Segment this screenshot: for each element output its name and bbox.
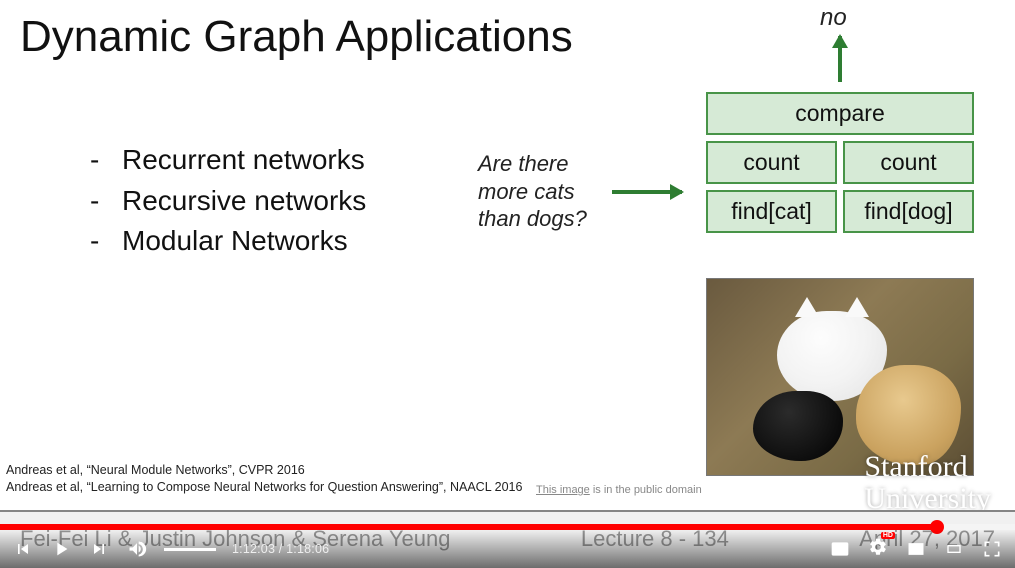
player-controls: 1:12:03 / 1:18:06 HD (0, 530, 1015, 568)
previous-button[interactable] (12, 538, 34, 560)
arrow-right-icon (612, 190, 682, 194)
list-item: -Modular Networks (90, 221, 366, 262)
module-box-find-dog: find[dog] (843, 190, 974, 233)
module-box-count-right: count (843, 141, 974, 184)
hd-badge: HD (881, 532, 895, 539)
fullscreen-button[interactable] (981, 538, 1003, 560)
skip-previous-icon (13, 539, 33, 559)
citation-line: Andreas et al, “Learning to Compose Neur… (6, 479, 522, 496)
theater-icon (943, 541, 965, 557)
list-item: -Recursive networks (90, 181, 366, 222)
watermark-university: Stanford University (864, 451, 991, 514)
play-button[interactable] (50, 538, 72, 560)
volume-icon (127, 539, 147, 559)
settings-button[interactable]: HD (867, 536, 889, 562)
slide: Dynamic Graph Applications -Recurrent ne… (0, 0, 1015, 568)
arrow-up-icon (838, 36, 842, 82)
next-button[interactable] (88, 538, 110, 560)
play-icon (50, 538, 72, 560)
gear-icon (868, 537, 888, 557)
time-current: 1:12:03 (232, 542, 275, 556)
module-box-count-left: count (706, 141, 837, 184)
citation-line: Andreas et al, “Neural Module Networks”,… (6, 462, 522, 479)
list-item: -Recurrent networks (90, 140, 366, 181)
fullscreen-icon (982, 539, 1002, 559)
image-attribution-link[interactable]: This image (536, 484, 590, 496)
subtitles-button[interactable] (829, 538, 851, 560)
dog-shape-black (753, 391, 843, 461)
image-attribution: This image is in the public domain (536, 484, 702, 496)
volume-slider[interactable] (164, 548, 216, 551)
subtitles-icon (830, 539, 850, 559)
miniplayer-icon (906, 539, 926, 559)
bullet-text: Recurrent networks (122, 140, 365, 181)
module-box-find-cat: find[cat] (706, 190, 837, 233)
question-text: Are there more cats than dogs? (478, 150, 587, 233)
citations: Andreas et al, “Neural Module Networks”,… (6, 462, 522, 496)
bullet-text: Recursive networks (122, 181, 366, 222)
module-diagram: compare count count find[cat] find[dog] (706, 92, 974, 233)
answer-text: no (820, 4, 847, 32)
mute-button[interactable] (126, 538, 148, 560)
module-box-compare: compare (706, 92, 974, 135)
bullet-text: Modular Networks (122, 221, 348, 262)
theater-button[interactable] (943, 538, 965, 560)
slide-title: Dynamic Graph Applications (20, 12, 573, 62)
miniplayer-button[interactable] (905, 538, 927, 560)
time-display: 1:12:03 / 1:18:06 (232, 542, 329, 556)
example-image (706, 278, 974, 476)
bullet-list: -Recurrent networks -Recursive networks … (90, 140, 366, 262)
time-total: 1:18:06 (286, 542, 329, 556)
skip-next-icon (89, 539, 109, 559)
